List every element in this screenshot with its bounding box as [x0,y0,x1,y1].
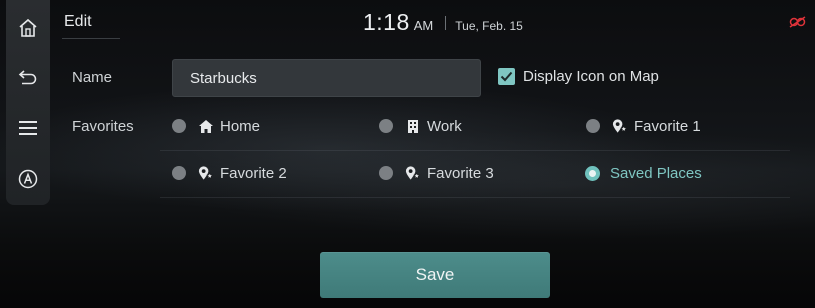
edit-favorite-screen: Edit 1:18 AM Tue, Feb. 15 Name Starbucks… [0,0,815,308]
menu-button[interactable] [6,106,50,150]
display-icon-toggle[interactable]: Display Icon on Map [498,68,659,85]
clock-date: Tue, Feb. 15 [455,19,523,33]
favorite-label: Favorite 1 [634,117,701,135]
back-button[interactable] [6,55,50,99]
left-sidebar [6,0,50,205]
favorite-label: Saved Places [610,164,702,182]
clock-separator [445,15,447,30]
favorite-option-favorite-3[interactable]: Favorite 3 [379,163,494,183]
display-icon-label: Display Icon on Map [523,68,659,85]
radio-button[interactable] [172,166,186,180]
checkmark-icon [500,71,513,82]
favorite-pin-icon [612,118,628,134]
favorites-row-divider [160,150,790,151]
save-button[interactable]: Save [320,252,550,298]
building-icon [405,118,421,134]
favorite-option-saved-places[interactable]: Saved Places [585,163,702,183]
radio-button-selected[interactable] [585,165,600,181]
radio-button[interactable] [172,119,186,133]
home-button[interactable] [6,6,50,50]
display-icon-checkbox[interactable] [498,68,515,85]
back-icon [18,70,37,85]
favorite-label: Work [427,117,462,135]
home-icon [19,18,37,37]
radio-button[interactable] [586,119,600,133]
favorite-label: Home [220,117,261,135]
favorite-option-work[interactable]: Work [379,116,462,136]
favorite-label: Favorite 2 [220,164,287,182]
title-underline [62,38,120,39]
favorite-pin-icon [405,165,421,181]
clock-ampm: AM [413,18,434,33]
clock: 1:18 AM Tue, Feb. 15 [363,9,523,36]
page-title: Edit [64,13,92,30]
favorites-bottom-divider [160,197,790,198]
clock-time: 1:18 [363,9,410,35]
favorite-label: Favorite 3 [427,164,494,182]
favorite-option-favorite-1[interactable]: Favorite 1 [586,116,701,136]
house-icon [198,118,214,134]
auto-button[interactable] [6,157,50,201]
favorite-option-favorite-2[interactable]: Favorite 2 [172,163,287,183]
auto-a-icon [18,169,38,189]
favorite-option-home[interactable]: Home [172,116,260,136]
favorites-label: Favorites [72,118,134,135]
favorite-pin-icon [198,165,214,181]
radio-button[interactable] [379,166,393,180]
menu-icon [19,121,37,135]
radio-button[interactable] [379,119,393,133]
name-input[interactable]: Starbucks [172,59,481,97]
connectivity-status-icon [789,15,807,33]
name-label: Name [72,69,113,86]
